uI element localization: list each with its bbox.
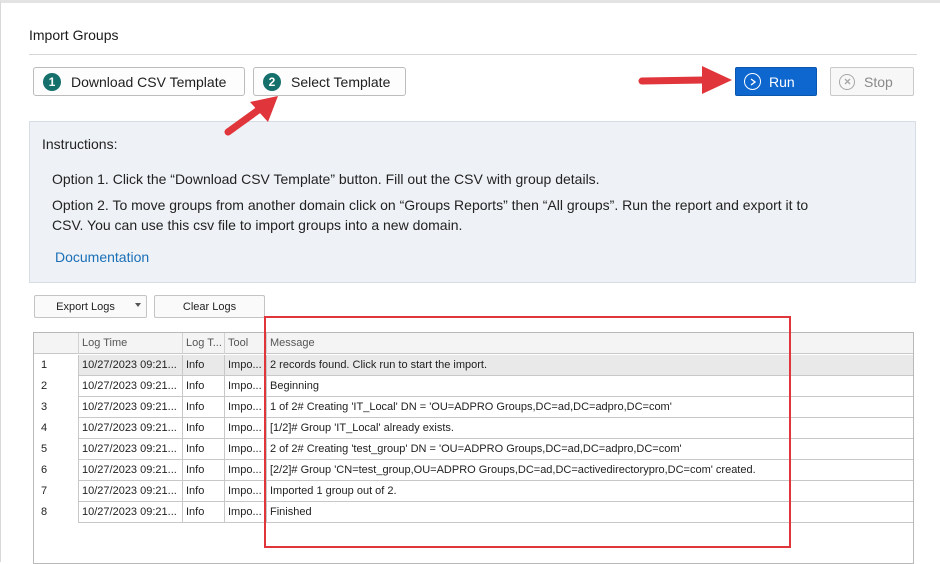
log-type-cell: Info <box>182 439 224 460</box>
table-row[interactable]: 6 10/27/2023 09:21... Info Impo... [2/2]# Gr… <box>34 460 913 481</box>
message-cell: 2 of 2# Creating 'test_group' DN = 'OU=A… <box>266 439 913 460</box>
tool-cell: Impo... <box>224 355 266 376</box>
log-time-cell: 10/27/2023 09:21... <box>78 502 182 523</box>
log-time-cell: 10/27/2023 09:21... <box>78 376 182 397</box>
export-logs-button[interactable]: Export Logs <box>34 295 147 318</box>
message-cell: 1 of 2# Creating 'IT_Local' DN = 'OU=ADP… <box>266 397 913 418</box>
tool-cell: Impo... <box>224 502 266 523</box>
log-time-cell: 10/27/2023 09:21... <box>78 418 182 439</box>
instructions-panel: Instructions: Option 1. Click the “Downl… <box>29 121 916 283</box>
table-row[interactable]: 8 10/27/2023 09:21... Info Impo... Finished <box>34 502 913 523</box>
tool-cell: Impo... <box>224 376 266 397</box>
log-type-cell: Info <box>182 376 224 397</box>
log-grid-header: Log Time Log T... Tool Message <box>34 333 913 354</box>
log-type-cell: Info <box>182 418 224 439</box>
instructions-option-2: Option 2. To move groups from another do… <box>52 197 809 233</box>
log-time-cell: 10/27/2023 09:21... <box>78 397 182 418</box>
chevron-down-icon[interactable] <box>135 303 141 307</box>
instructions-heading: Instructions: <box>42 136 118 152</box>
table-row[interactable]: 4 10/27/2023 09:21... Info Impo... [1/2]# Gr… <box>34 418 913 439</box>
step-1-badge: 1 <box>43 72 61 91</box>
title-divider <box>29 54 917 55</box>
clear-logs-button[interactable]: Clear Logs <box>154 295 265 318</box>
page-title: Import Groups <box>29 27 119 43</box>
table-row[interactable]: 2 10/27/2023 09:21... Info Impo... Beginning <box>34 376 913 397</box>
column-header-log-type[interactable]: Log T... <box>182 333 224 354</box>
log-time-cell: 10/27/2023 09:21... <box>78 439 182 460</box>
log-time-cell: 10/27/2023 09:21... <box>78 355 182 376</box>
message-cell: 2 records found. Click run to start the … <box>266 355 913 376</box>
tool-cell: Impo... <box>224 439 266 460</box>
log-time-cell: 10/27/2023 09:21... <box>78 460 182 481</box>
log-grid[interactable]: Log Time Log T... Tool Message 1 10/27/20… <box>33 332 914 564</box>
download-csv-template-label: Download CSV Template <box>71 73 227 90</box>
table-row[interactable]: 1 10/27/2023 09:21... Info Impo... 2 records… <box>34 355 913 376</box>
run-button[interactable]: Run <box>735 67 817 96</box>
log-type-cell: Info <box>182 502 224 523</box>
select-template-label: Select Template <box>291 73 391 90</box>
row-number-cell: 7 <box>41 485 48 497</box>
export-logs-label: Export Logs <box>56 300 115 313</box>
row-number-cell: 2 <box>41 380 48 392</box>
download-csv-template-button[interactable]: 1 Download CSV Template <box>33 67 245 96</box>
table-row[interactable]: 7 10/27/2023 09:21... Info Impo... Imported … <box>34 481 913 502</box>
message-cell: [2/2]# Group 'CN=test_group,OU=ADPRO Gro… <box>266 460 913 481</box>
table-row[interactable]: 3 10/27/2023 09:21... Info Impo... 1 of 2# C… <box>34 397 913 418</box>
play-circle-icon <box>744 73 761 90</box>
select-template-button[interactable]: 2 Select Template <box>253 67 406 96</box>
column-header-message[interactable]: Message <box>266 333 913 354</box>
log-type-cell: Info <box>182 397 224 418</box>
run-label: Run <box>769 73 795 90</box>
log-time-cell: 10/27/2023 09:21... <box>78 481 182 502</box>
row-number-cell: 4 <box>41 422 48 434</box>
message-cell: Imported 1 group out of 2. <box>266 481 913 502</box>
stop-label: Stop <box>864 73 893 90</box>
row-number-cell: 8 <box>41 506 48 518</box>
message-cell: Finished <box>266 502 913 523</box>
close-circle-icon <box>839 73 855 90</box>
instructions-option-1: Option 1. Click the “Download CSV Templa… <box>52 171 600 187</box>
tool-cell: Impo... <box>224 460 266 481</box>
step-2-badge: 2 <box>263 72 281 91</box>
log-type-cell: Info <box>182 460 224 481</box>
tool-cell: Impo... <box>224 418 266 439</box>
log-type-cell: Info <box>182 481 224 502</box>
tool-cell: Impo... <box>224 397 266 418</box>
clear-logs-label: Clear Logs <box>182 300 237 313</box>
row-number-cell: 6 <box>41 464 48 476</box>
tool-cell: Impo... <box>224 481 266 502</box>
row-number-cell: 5 <box>41 443 48 455</box>
table-row[interactable]: 5 10/27/2023 09:21... Info Impo... 2 of 2# C… <box>34 439 913 460</box>
row-number-cell: 1 <box>41 359 48 371</box>
stop-button[interactable]: Stop <box>830 67 914 96</box>
documentation-link[interactable]: Documentation <box>55 249 149 265</box>
column-header-log-time[interactable]: Log Time <box>78 333 182 354</box>
message-cell: [1/2]# Group 'IT_Local' already exists. <box>266 418 913 439</box>
column-header-tool[interactable]: Tool <box>224 333 266 354</box>
message-cell: Beginning <box>266 376 913 397</box>
log-type-cell: Info <box>182 355 224 376</box>
row-number-cell: 3 <box>41 401 48 413</box>
